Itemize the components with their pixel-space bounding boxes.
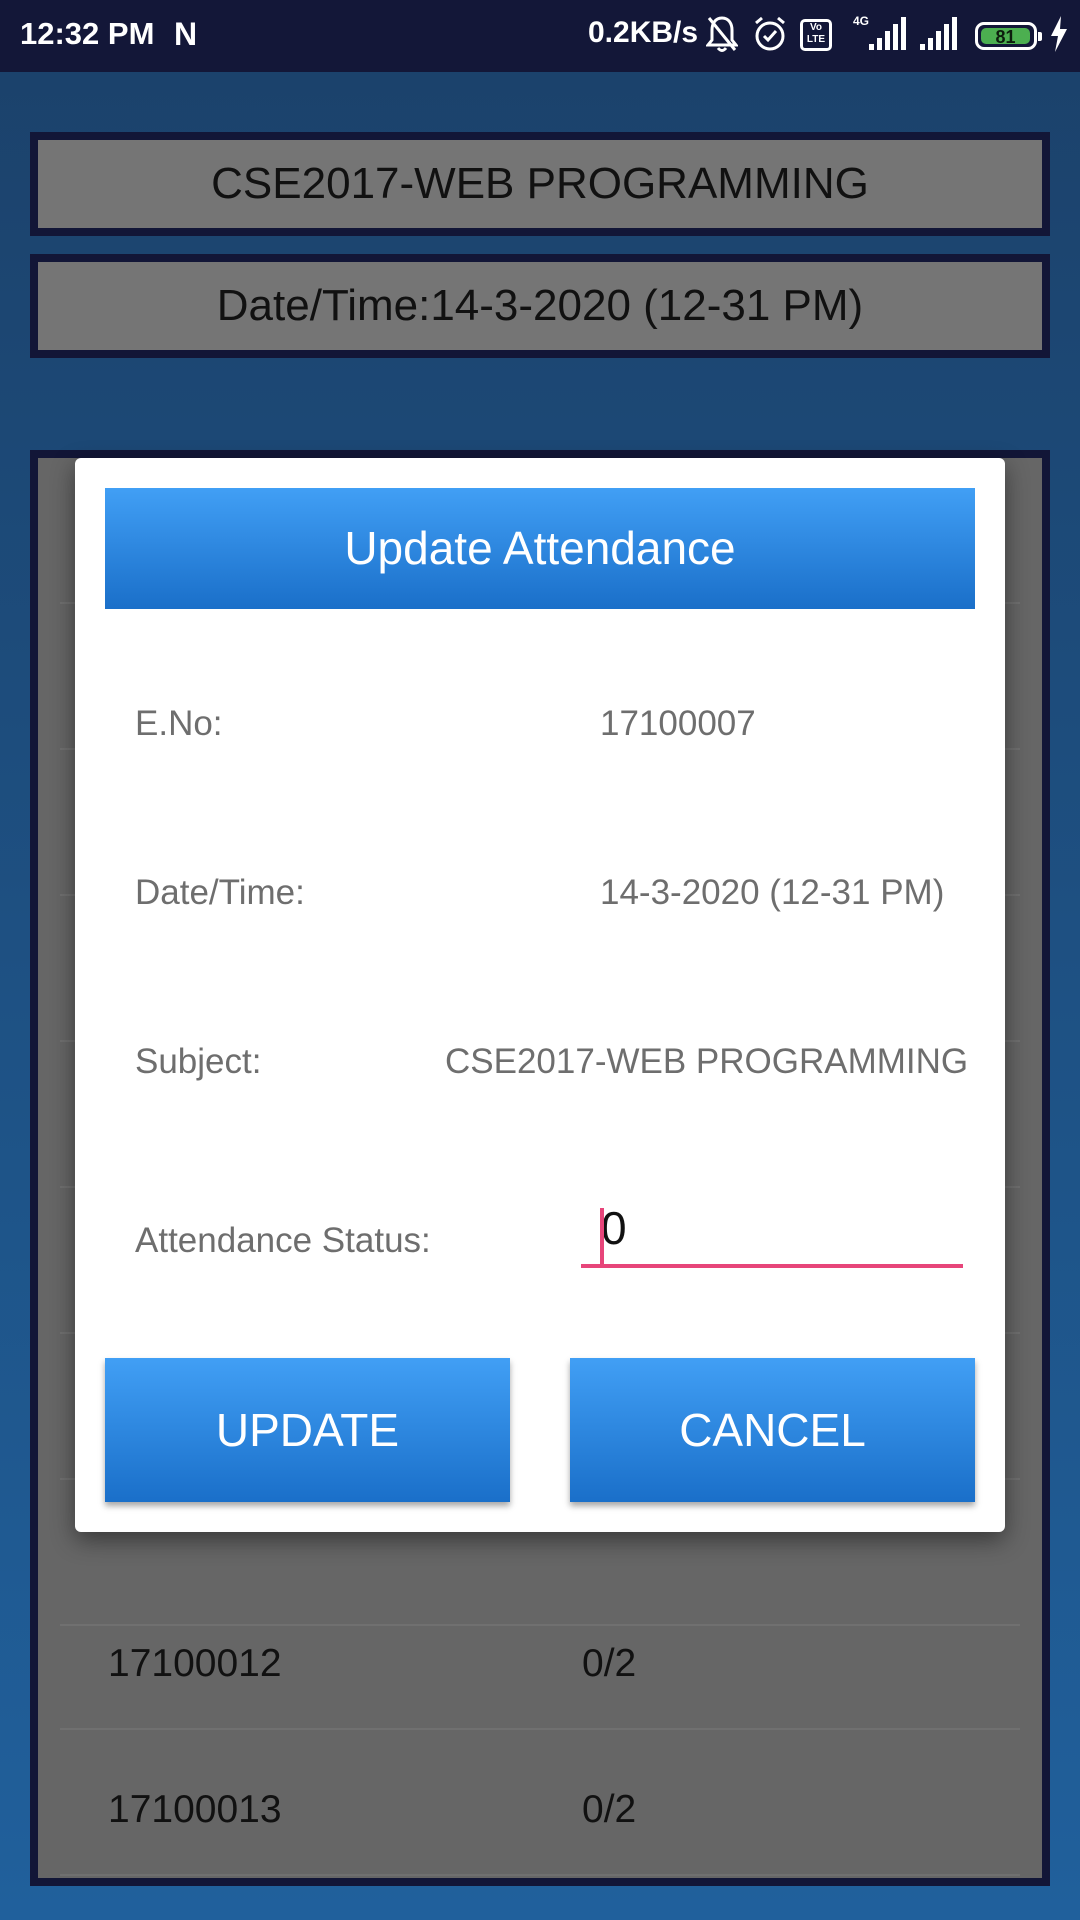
eno-value: 17100007 xyxy=(600,704,756,743)
update-attendance-dialog: Update Attendance E.No: 17100007 Date/Ti… xyxy=(75,458,1005,1532)
subject-label: Subject: xyxy=(135,1042,262,1081)
n-logo-icon: N xyxy=(174,16,197,52)
battery-level: 81 xyxy=(981,28,1030,46)
attendance-status-label: Attendance Status: xyxy=(135,1221,431,1260)
datetime-header: Date/Time:14-3-2020 (12-31 PM) xyxy=(30,254,1050,358)
status-time: 12:32 PM xyxy=(20,16,155,51)
cancel-button[interactable]: CANCEL xyxy=(570,1358,975,1502)
subject-header: CSE2017-WEB PROGRAMMING xyxy=(30,132,1050,236)
volte-icon: Vo LTE xyxy=(800,19,832,51)
datetime-label: Date/Time: xyxy=(135,873,305,912)
attendance-count: 0/2 xyxy=(582,1642,637,1685)
list-row[interactable]: 17100012 0/2 xyxy=(60,1584,1020,1730)
notifications-off-icon xyxy=(706,16,738,52)
list-row[interactable]: 17100013 0/2 xyxy=(60,1730,1020,1876)
datetime-value: 14-3-2020 (12-31 PM) xyxy=(600,873,945,912)
status-bar: 12:32 PM N 0.2KB/s Vo LTE 4G 81 xyxy=(0,0,1080,72)
update-button[interactable]: UPDATE xyxy=(105,1358,510,1502)
signal-icon xyxy=(920,17,957,50)
charging-icon xyxy=(1051,16,1067,52)
eno-label: E.No: xyxy=(135,704,223,743)
network-type: 4G xyxy=(853,14,870,28)
alarm-icon xyxy=(755,16,785,51)
signal-icon xyxy=(869,17,906,50)
enrollment-number: 17100013 xyxy=(108,1788,282,1831)
subject-value: CSE2017-WEB PROGRAMMING xyxy=(445,1042,969,1081)
dialog-title: Update Attendance xyxy=(105,488,975,609)
attendance-count: 0/2 xyxy=(582,1788,637,1831)
network-speed: 0.2KB/s xyxy=(588,16,699,49)
battery-icon: 81 xyxy=(975,22,1042,50)
attendance-status-input[interactable] xyxy=(581,1198,963,1268)
text-cursor xyxy=(600,1208,604,1268)
enrollment-number: 17100012 xyxy=(108,1642,282,1685)
